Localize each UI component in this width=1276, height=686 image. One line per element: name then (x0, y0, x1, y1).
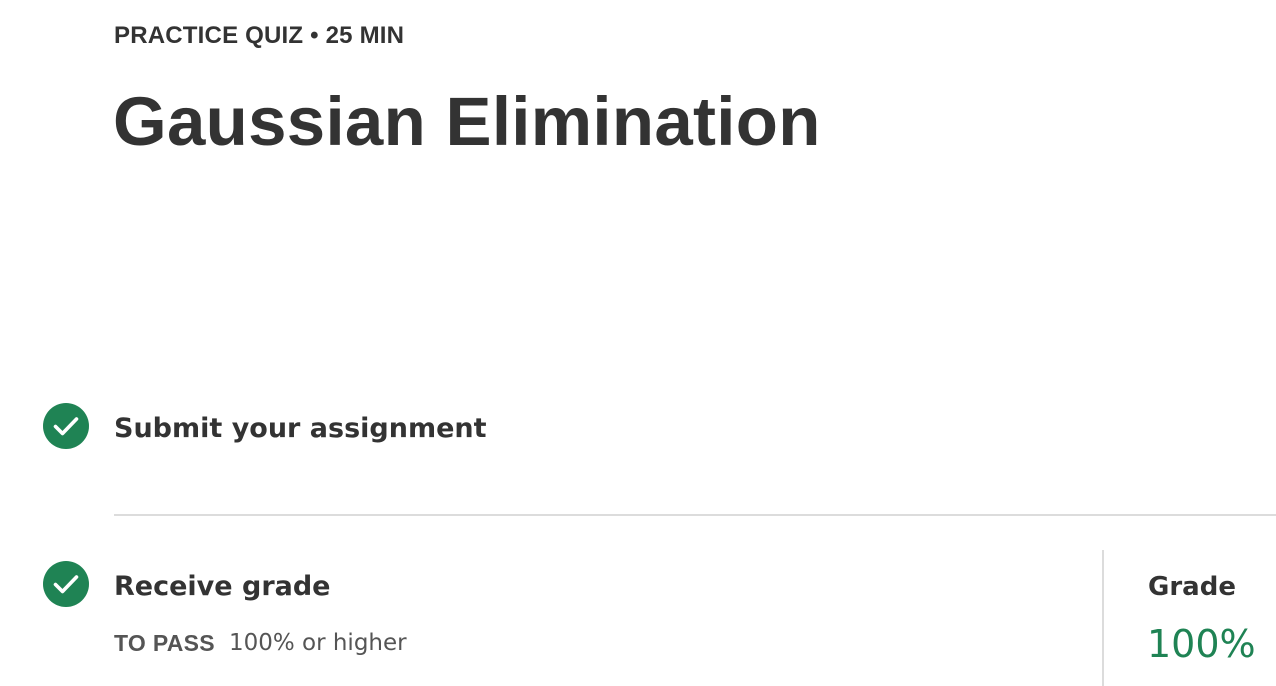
passing-requirement: TO PASS 100% or higher (114, 627, 407, 659)
submit-assignment-heading: Submit your assignment (114, 413, 487, 444)
grade-label: Grade (1148, 572, 1236, 602)
receive-grade-heading: Receive grade (114, 571, 331, 602)
grade-value: 100% (1147, 622, 1256, 666)
grade-column-divider (1102, 550, 1104, 686)
quiz-summary-page: PRACTICE QUIZ • 25 MIN Gaussian Eliminat… (0, 0, 1276, 686)
quiz-type-duration: PRACTICE QUIZ • 25 MIN (114, 22, 405, 49)
to-pass-value: 100% or higher (228, 630, 407, 656)
section-divider (114, 514, 1276, 516)
to-pass-label: TO PASS (114, 630, 215, 656)
page-title: Gaussian Elimination (113, 83, 821, 160)
check-circle-icon (43, 403, 89, 449)
check-circle-icon (43, 561, 89, 607)
